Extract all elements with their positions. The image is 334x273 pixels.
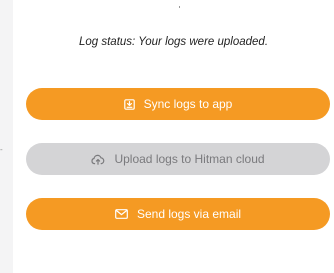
divider-mark: - — [0, 145, 3, 154]
cloud-upload-icon — [91, 154, 105, 165]
log-status-text: Log status: Your logs were uploaded. — [78, 36, 269, 48]
divider-mark — [179, 6, 180, 8]
upload-logs-label: Upload logs to Hitman cloud — [114, 152, 265, 166]
email-logs-button[interactable]: Send logs via email — [26, 198, 330, 230]
email-logs-label: Send logs via email — [136, 207, 242, 221]
download-box-icon — [123, 98, 135, 110]
sync-logs-label: Sync logs to app — [143, 97, 233, 111]
upload-logs-button[interactable]: Upload logs to Hitman cloud — [26, 143, 330, 175]
sync-logs-button[interactable]: Sync logs to app — [26, 88, 330, 120]
envelope-icon — [115, 209, 128, 219]
